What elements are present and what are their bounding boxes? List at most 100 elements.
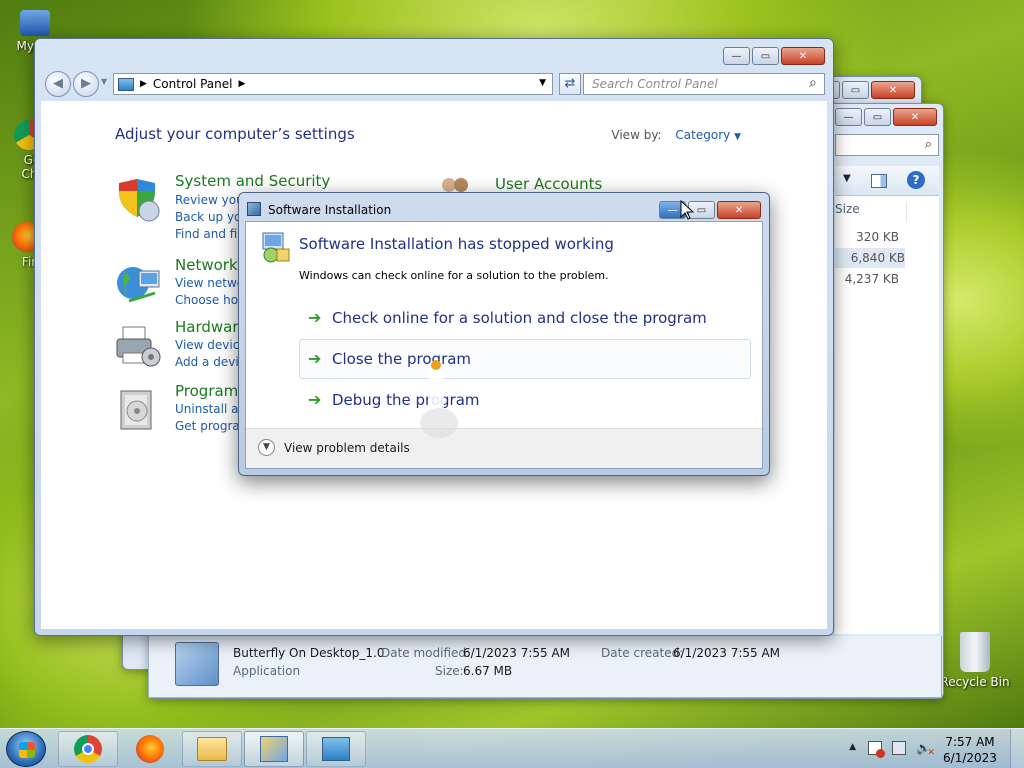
volume-muted-icon[interactable]: 🔈 ✕ <box>916 741 935 758</box>
application-icon <box>175 642 219 686</box>
category-link-network[interactable]: Network <box>175 256 238 274</box>
close-button[interactable]: ✕ <box>717 201 761 219</box>
taskbar: ▲ 🔈 ✕ 7:57 AM 6/1/2023 <box>0 728 1024 768</box>
date-created-value: 6/1/2023 7:55 AM <box>673 646 781 660</box>
file-size-cell: 320 KB <box>856 230 899 244</box>
view-details-toggle[interactable]: ▼ View problem details <box>258 439 410 456</box>
maximize-button[interactable]: ▭ <box>842 81 869 99</box>
forward-button[interactable]: ▶ <box>73 71 99 97</box>
minimize-button[interactable]: — <box>723 47 750 65</box>
category-link-system-security[interactable]: System and Security <box>175 172 330 190</box>
dialog-title: Software Installation <box>268 203 392 217</box>
help-icon[interactable]: ? <box>907 171 925 189</box>
installer-icon <box>260 736 288 762</box>
navigation-bar: ◀ ▶ ▼ ▶ Control Panel ▶ ▼ ⇄ Search Contr… <box>43 71 825 97</box>
link-homegroup[interactable]: Choose hon <box>175 293 246 307</box>
printer-icon <box>115 323 161 369</box>
close-button[interactable]: ✕ <box>893 108 937 126</box>
search-control-panel-input[interactable]: Search Control Panel <box>583 73 825 95</box>
search-box[interactable]: ⌕ <box>835 134 939 156</box>
green-arrow-icon: ➔ <box>308 349 322 368</box>
file-name: Butterfly On Desktop_1.0 <box>233 646 385 660</box>
computer-icon <box>20 10 50 36</box>
category-link-user-accounts[interactable]: User Accounts <box>495 175 602 193</box>
link-find-fix[interactable]: Find and fix <box>175 227 244 241</box>
date-modified-label: Date modified: <box>381 646 471 660</box>
chrome-icon <box>74 735 102 763</box>
file-size-cell: 4,237 KB <box>844 272 899 286</box>
date-created-label: Date created: <box>601 646 684 660</box>
preview-pane-icon[interactable] <box>871 174 887 188</box>
folder-icon <box>197 737 227 761</box>
window-controls: — ▭ ✕ <box>659 201 761 219</box>
window-controls: — ▭ ✕ <box>835 108 937 126</box>
category-link-hardware[interactable]: Hardware <box>175 318 247 336</box>
installer-icon <box>259 231 291 263</box>
file-list: Size 320 KB 6,840 KB 4,237 KB <box>835 196 939 634</box>
link-view-devices[interactable]: View device <box>175 338 247 352</box>
maximize-button[interactable]: ▭ <box>864 108 891 126</box>
taskbar-control-panel[interactable] <box>306 731 366 767</box>
search-icon[interactable]: ⌕ <box>809 75 817 91</box>
search-icon: ⌕ <box>924 137 932 152</box>
breadcrumb-separator-icon[interactable]: ▶ <box>140 79 147 89</box>
taskbar-firefox[interactable] <box>120 731 180 767</box>
file-type: Application <box>233 664 301 678</box>
dialog-footer: ▼ View problem details <box>246 428 762 468</box>
show-desktop-button[interactable] <box>1010 729 1024 768</box>
address-bar[interactable]: ▶ Control Panel ▶ ▼ <box>113 73 553 95</box>
firefox-icon <box>136 735 164 763</box>
view-by-value: Category <box>675 128 731 142</box>
file-size-cell: 6,840 KB <box>835 248 905 268</box>
close-button[interactable]: ✕ <box>871 81 915 99</box>
refresh-button[interactable]: ⇄ <box>559 73 581 95</box>
mouse-pointer-icon <box>680 199 695 223</box>
breadcrumb-control-panel[interactable]: Control Panel <box>153 77 233 91</box>
details-pane: Butterfly On Desktop_1.0 Application Dat… <box>148 636 942 698</box>
shield-icon <box>115 177 161 223</box>
views-dropdown-icon[interactable]: ▼ <box>843 173 851 184</box>
taskbar-file-explorer[interactable] <box>182 731 242 767</box>
close-program-button[interactable]: ➔ Close the program <box>299 339 751 379</box>
error-message: Windows can check online for a solution … <box>299 269 609 282</box>
page-title: Adjust your computer’s settings <box>115 125 355 143</box>
windows-logo-icon <box>19 742 35 758</box>
check-online-button[interactable]: ➔ Check online for a solution and close … <box>299 298 751 338</box>
column-header-size[interactable]: Size <box>835 202 907 222</box>
clock-date: 6/1/2023 <box>943 751 997 765</box>
network-icon[interactable] <box>892 741 906 755</box>
control-panel-icon <box>118 77 134 91</box>
recent-pages-dropdown-icon[interactable]: ▼ <box>101 77 107 86</box>
green-arrow-icon: ➔ <box>308 308 322 327</box>
debug-program-button[interactable]: ➔ Debug the program <box>299 380 751 420</box>
touch-indicator-icon <box>420 358 460 440</box>
size-value: 6.67 MB <box>463 664 513 678</box>
action-center-icon[interactable] <box>868 741 885 758</box>
link-add-device[interactable]: Add a devic <box>175 355 245 369</box>
clock-time: 7:57 AM <box>945 735 995 749</box>
clock[interactable]: 7:57 AM 6/1/2023 <box>940 734 1000 766</box>
window-controls: — ▭ ✕ <box>723 47 825 65</box>
view-by: View by: Category ▼ <box>611 128 741 142</box>
close-button[interactable]: ✕ <box>781 47 825 65</box>
desktop-icon-recycle-bin[interactable]: Recycle Bin <box>940 632 1010 689</box>
toolbar: ▼ ? <box>835 166 939 196</box>
taskbar-chrome[interactable] <box>58 731 118 767</box>
software-installation-error-dialog[interactable]: Software Installation — ▭ ✕ Software Ins… <box>238 192 770 476</box>
view-details-label: View problem details <box>284 440 410 455</box>
back-button[interactable]: ◀ <box>45 71 71 97</box>
address-dropdown-icon[interactable]: ▼ <box>539 78 546 88</box>
minimize-button[interactable]: — <box>835 108 862 126</box>
maximize-button[interactable]: ▭ <box>752 47 779 65</box>
view-by-dropdown[interactable]: Category ▼ <box>675 128 741 142</box>
error-heading: Software Installation has stopped workin… <box>299 235 614 253</box>
show-hidden-icons-icon[interactable]: ▲ <box>849 742 856 752</box>
category-link-programs[interactable]: Programs <box>175 382 246 400</box>
start-button[interactable] <box>6 731 46 767</box>
app-icon <box>247 202 261 216</box>
view-by-label: View by: <box>611 128 662 142</box>
programs-box-icon <box>115 387 161 433</box>
taskbar-software-installation[interactable] <box>244 731 304 767</box>
breadcrumb-separator-icon[interactable]: ▶ <box>239 79 246 89</box>
green-arrow-icon: ➔ <box>308 390 322 409</box>
